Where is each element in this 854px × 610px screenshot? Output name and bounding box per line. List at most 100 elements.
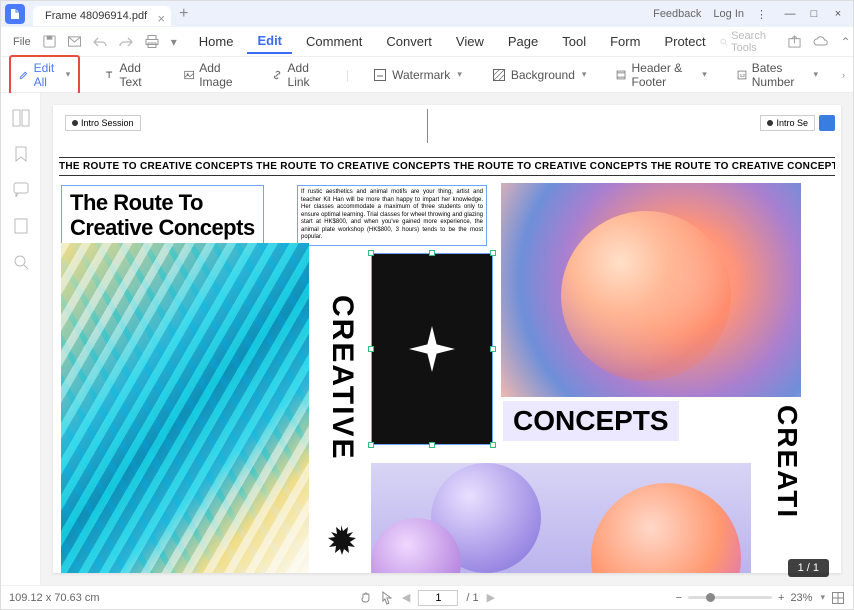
workspace: Intro Session Intro Se THE ROUTE TO CREA… — [1, 93, 853, 585]
edit-all-button[interactable]: Edit All▾ — [9, 55, 80, 95]
splat-icon — [325, 525, 357, 557]
chevron-down-icon: ▾ — [457, 69, 462, 80]
undo-icon[interactable] — [89, 34, 111, 50]
page-number-input[interactable] — [418, 590, 458, 606]
edit-toolbar: Edit All▾ Add Text Add Image Add Link | … — [1, 57, 853, 93]
toolbar-overflow-icon[interactable]: › — [842, 70, 845, 80]
file-menu[interactable]: File — [9, 34, 35, 50]
menu-page[interactable]: Page — [498, 30, 548, 53]
description-text-frame[interactable]: If rustic aesthetics and animal motifs a… — [297, 185, 487, 246]
heading-text-frame[interactable]: The Route ToCreative Concepts — [61, 185, 264, 246]
intro-session-badge-right: Intro Se — [760, 115, 815, 131]
login-link[interactable]: Log In — [713, 8, 744, 20]
save-icon[interactable] — [39, 33, 60, 50]
chevron-down-icon: ▾ — [582, 69, 587, 80]
zoom-out-button[interactable]: − — [676, 592, 682, 604]
hand-tool-icon[interactable] — [359, 591, 373, 605]
resize-handle[interactable] — [368, 346, 374, 352]
attachments-icon[interactable] — [12, 217, 30, 235]
page-indicator-overlay: 1 / 1 — [788, 559, 829, 577]
page-total: / 1 — [466, 592, 478, 604]
thumbnails-icon[interactable] — [12, 109, 30, 127]
menu-tool[interactable]: Tool — [552, 30, 596, 53]
mail-icon[interactable] — [64, 34, 85, 49]
close-button[interactable]: × — [827, 4, 849, 24]
watermark-icon — [373, 68, 387, 82]
feedback-link[interactable]: Feedback — [653, 8, 701, 20]
new-tab-button[interactable]: + — [179, 5, 188, 23]
vertical-creative-text[interactable]: CREATIVE — [319, 295, 359, 525]
menu-edit[interactable]: Edit — [247, 29, 292, 54]
minimize-button[interactable]: — — [779, 4, 801, 24]
word-doc-icon — [819, 115, 835, 131]
fit-page-icon[interactable] — [831, 591, 845, 605]
document-tab[interactable]: Frame 48096914.pdf × — [33, 6, 171, 26]
app-icon — [5, 4, 25, 24]
comment-panel-icon[interactable] — [12, 181, 30, 199]
resize-handle[interactable] — [490, 442, 496, 448]
menu-form[interactable]: Form — [600, 30, 650, 53]
tab-close-icon[interactable]: × — [158, 11, 166, 26]
prev-page-button[interactable]: ◀ — [402, 591, 410, 604]
orange-sphere-image[interactable] — [501, 183, 801, 397]
purple-bubbles-image[interactable] — [371, 463, 751, 573]
selected-black-card-image[interactable] — [371, 253, 493, 445]
menu-convert[interactable]: Convert — [376, 30, 442, 53]
add-text-button[interactable]: Add Text — [98, 57, 160, 93]
text-icon — [104, 68, 114, 82]
menu-home[interactable]: Home — [189, 30, 244, 53]
kebab-menu-icon[interactable]: ⋮ — [756, 8, 767, 21]
resize-handle[interactable] — [429, 250, 435, 256]
resize-handle[interactable] — [490, 250, 496, 256]
header-footer-icon — [616, 68, 626, 82]
search-icon — [720, 36, 727, 48]
tab-title: Frame 48096914.pdf — [45, 10, 147, 22]
menu-comment[interactable]: Comment — [296, 30, 372, 53]
resize-handle[interactable] — [429, 442, 435, 448]
zoom-dropdown-icon[interactable]: ▾ — [820, 592, 825, 603]
concepts-text[interactable]: CONCEPTS — [503, 401, 679, 441]
menu-protect[interactable]: Protect — [654, 30, 715, 53]
edit-icon — [19, 68, 29, 82]
image-icon — [184, 68, 194, 82]
qat-dropdown-icon[interactable]: ▾ — [167, 33, 181, 51]
background-icon — [492, 68, 506, 82]
menu-view[interactable]: View — [446, 30, 494, 53]
share-icon[interactable] — [784, 33, 805, 50]
maximize-button[interactable]: □ — [803, 4, 825, 24]
cloud-icon[interactable] — [809, 34, 832, 49]
search-tools[interactable]: Search Tools — [720, 30, 771, 54]
next-page-button[interactable]: ▶ — [487, 591, 495, 604]
page-divider — [427, 109, 428, 143]
canvas-area[interactable]: Intro Session Intro Se THE ROUTE TO CREA… — [41, 93, 853, 585]
vertical-creative-text-2[interactable]: CREATI — [765, 405, 803, 573]
bates-number-button[interactable]: 12 Bates Number▾ — [731, 57, 824, 93]
select-tool-icon[interactable] — [381, 591, 394, 605]
add-link-button[interactable]: Add Link — [266, 57, 328, 93]
bookmark-icon[interactable] — [12, 145, 30, 163]
redo-icon[interactable] — [115, 34, 137, 50]
resize-handle[interactable] — [368, 442, 374, 448]
background-button[interactable]: Background▾ — [486, 64, 593, 86]
add-image-button[interactable]: Add Image — [178, 57, 248, 93]
intro-session-badge: Intro Session — [65, 115, 141, 131]
dimensions-readout: 109.12 x 70.63 cm — [9, 592, 100, 604]
resize-handle[interactable] — [368, 250, 374, 256]
resize-handle[interactable] — [490, 346, 496, 352]
search-panel-icon[interactable] — [12, 253, 30, 271]
link-icon — [272, 68, 282, 82]
header-footer-button[interactable]: Header & Footer▾ — [610, 57, 712, 93]
chevron-down-icon: ▾ — [813, 69, 818, 80]
zoom-in-button[interactable]: + — [778, 592, 784, 604]
expand-toolbar-icon[interactable]: ⌃ — [836, 33, 854, 51]
bates-icon: 12 — [737, 68, 747, 82]
marble-artwork-image[interactable] — [61, 243, 309, 573]
titlebar: Frame 48096914.pdf × + Feedback Log In ⋮… — [1, 1, 853, 27]
zoom-slider[interactable] — [688, 596, 772, 599]
chevron-down-icon: ▾ — [66, 69, 71, 80]
watermark-button[interactable]: Watermark▾ — [367, 64, 468, 86]
print-icon[interactable] — [141, 33, 163, 50]
menubar: File ▾ Home Edit Comment Convert View Pa… — [1, 27, 853, 57]
zoom-level: 23% — [790, 592, 812, 604]
statusbar: 109.12 x 70.63 cm ◀ / 1 ▶ − + 23% ▾ — [1, 585, 853, 609]
